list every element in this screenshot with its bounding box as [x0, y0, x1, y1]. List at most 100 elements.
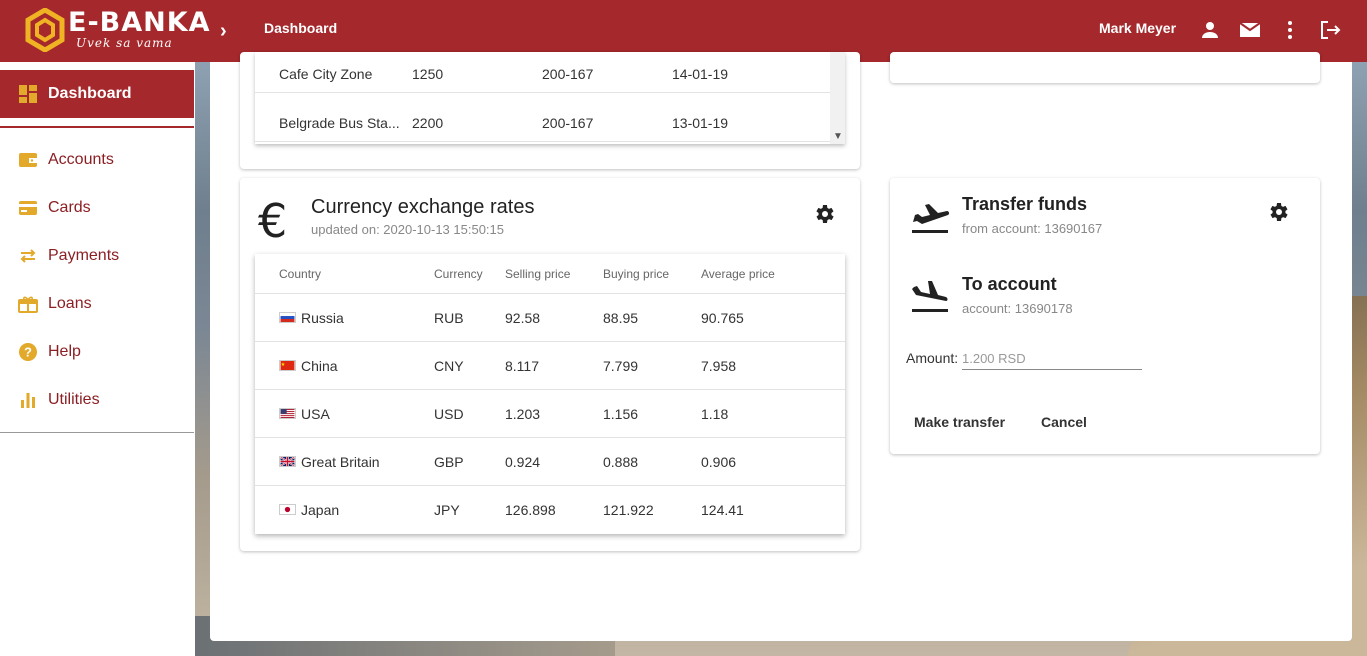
- updated-timestamp: updated on: 2020-10-13 15:50:15: [311, 222, 505, 237]
- currency-code: RUB: [434, 310, 464, 326]
- amount-label: Amount:: [906, 350, 959, 366]
- flight-land-icon: [912, 281, 948, 312]
- selling-price: 8.117: [505, 358, 539, 374]
- table-row[interactable]: China CNY 8.117 7.799 7.958: [255, 342, 845, 390]
- cancel-button[interactable]: Cancel: [1041, 414, 1087, 430]
- wallet-icon: [19, 153, 37, 167]
- sidebar-item-label: Help: [48, 343, 81, 360]
- currency-table: Country Currency Selling price Buying pr…: [255, 254, 845, 534]
- sidebar-item-label: Cards: [48, 199, 91, 216]
- flight-takeoff-icon: [912, 204, 950, 233]
- russia-flag-icon: [279, 312, 296, 323]
- tx-account: 200-167: [542, 115, 594, 131]
- currency-card: € Currency exchange rates updated on: 20…: [240, 178, 860, 551]
- table-header: Country Currency Selling price Buying pr…: [255, 254, 845, 294]
- user-name: Mark Meyer: [1099, 20, 1177, 36]
- sidebar-item-help[interactable]: ? Help: [0, 332, 194, 372]
- to-account-title: To account: [962, 274, 1057, 294]
- selling-price: 126.898: [505, 502, 556, 518]
- tx-amount: 2200: [412, 115, 444, 131]
- mail-icon[interactable]: [1238, 18, 1262, 42]
- selling-price: 92.58: [505, 310, 541, 326]
- euro-icon: €: [258, 194, 288, 248]
- table-row[interactable]: Cafe City Zone 1250 200-167 14-01-19: [255, 52, 830, 93]
- swap-icon: [20, 249, 36, 263]
- tx-date: 14-01-19: [672, 66, 729, 82]
- average-price: 90.765: [701, 310, 744, 326]
- column-header[interactable]: Country: [279, 267, 321, 281]
- gear-icon[interactable]: [812, 202, 836, 226]
- country-name: Russia: [301, 310, 344, 326]
- more-vert-icon[interactable]: [1278, 18, 1302, 42]
- china-flag-icon: [279, 360, 296, 371]
- buying-price: 7.799: [603, 358, 639, 374]
- japan-flag-icon: [279, 504, 296, 515]
- tx-name: Cafe City Zone: [279, 66, 373, 82]
- tx-name: Belgrade Bus Sta...: [279, 115, 400, 131]
- country-name: Great Britain: [301, 454, 380, 470]
- brand-logo[interactable]: E-BANKA Uvek sa vama: [24, 8, 211, 52]
- average-price: 124.41: [701, 502, 744, 518]
- card-title: Currency exchange rates: [311, 196, 535, 218]
- from-account: from account: 13690167: [962, 221, 1103, 236]
- transactions-table: Cafe City Zone 1250 200-167 14-01-19 Bel…: [255, 52, 845, 144]
- gift-icon: [18, 296, 38, 313]
- brand-name: E-BANKA: [68, 7, 211, 38]
- divider: [0, 126, 194, 128]
- person-icon[interactable]: [1198, 18, 1222, 42]
- sidebar-item-payments[interactable]: Payments: [0, 236, 194, 276]
- sidebar-item-label: Accounts: [48, 151, 114, 168]
- buying-price: 1.156: [603, 406, 639, 422]
- average-price: 7.958: [701, 358, 737, 374]
- transactions-card: Cafe City Zone 1250 200-167 14-01-19 Bel…: [240, 52, 860, 169]
- currency-code: JPY: [434, 502, 460, 518]
- sidebar-item-loans[interactable]: Loans: [0, 284, 194, 324]
- table-row[interactable]: Russia RUB 92.58 88.95 90.765: [255, 294, 845, 342]
- brand-tagline: Uvek sa vama: [76, 36, 173, 50]
- currency-code: GBP: [434, 454, 464, 470]
- column-header[interactable]: Buying price: [603, 267, 669, 281]
- country-name: USA: [301, 406, 330, 422]
- tx-account: 200-167: [542, 66, 594, 82]
- buying-price: 0.888: [603, 454, 639, 470]
- chevron-down-icon[interactable]: ▼: [833, 131, 843, 142]
- chevron-right-icon[interactable]: ›: [220, 20, 227, 43]
- sidebar-item-label: Dashboard: [48, 85, 132, 102]
- sidebar-item-label: Utilities: [48, 391, 100, 408]
- credit-card-icon: [19, 201, 37, 215]
- currency-code: CNY: [434, 358, 464, 374]
- selling-price: 0.924: [505, 454, 541, 470]
- sidebar-item-label: Payments: [48, 247, 120, 264]
- make-transfer-button[interactable]: Make transfer: [914, 414, 1005, 430]
- sidebar-item-dashboard[interactable]: Dashboard: [0, 70, 194, 118]
- scrollbar[interactable]: ▼: [830, 52, 845, 144]
- transfer-card: Transfer funds from account: 13690167 To…: [890, 178, 1320, 454]
- table-row[interactable]: Japan JPY 126.898 121.922 124.41: [255, 486, 845, 534]
- divider: [0, 432, 194, 433]
- buying-price: 88.95: [603, 310, 639, 326]
- selling-price: 1.203: [505, 406, 541, 422]
- gear-icon[interactable]: [1266, 200, 1290, 224]
- table-row[interactable]: Belgrade Bus Sta... 2200 200-167 13-01-1…: [255, 93, 830, 142]
- sidebar-item-label: Loans: [48, 295, 92, 312]
- dashboard-icon: [19, 85, 37, 103]
- summary-card: [890, 52, 1320, 83]
- logout-icon[interactable]: [1318, 18, 1342, 42]
- sidebar-item-accounts[interactable]: Accounts: [0, 140, 194, 180]
- average-price: 0.906: [701, 454, 737, 470]
- table-row[interactable]: Great Britain GBP 0.924 0.888 0.906: [255, 438, 845, 486]
- column-header[interactable]: Selling price: [505, 267, 570, 281]
- sidebar: Dashboard Accounts Cards Payments Loans …: [0, 62, 195, 656]
- sidebar-item-utilities[interactable]: Utilities: [0, 380, 194, 420]
- column-header[interactable]: Average price: [701, 267, 775, 281]
- amount-input[interactable]: [962, 348, 1142, 370]
- uk-flag-icon: [279, 456, 296, 467]
- tx-date: 13-01-19: [672, 115, 729, 131]
- column-header[interactable]: Currency: [434, 267, 483, 281]
- card-title: Transfer funds: [962, 194, 1088, 214]
- tx-amount: 1250: [412, 66, 444, 82]
- average-price: 1.18: [701, 406, 729, 422]
- to-account: account: 13690178: [962, 301, 1073, 316]
- table-row[interactable]: USA USD 1.203 1.156 1.18: [255, 390, 845, 438]
- sidebar-item-cards[interactable]: Cards: [0, 188, 194, 228]
